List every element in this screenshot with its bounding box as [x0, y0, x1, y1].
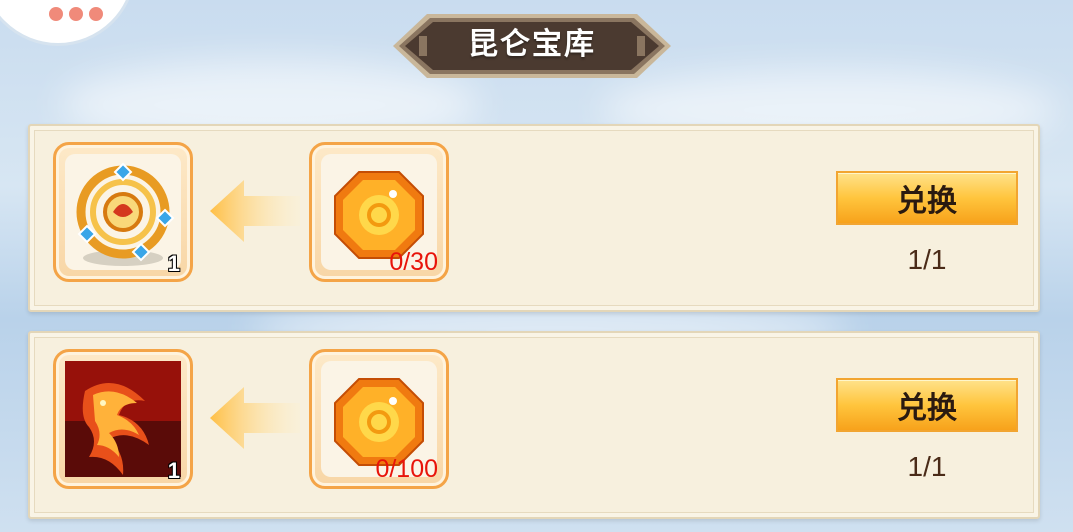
- reward-slot-inner: [65, 361, 181, 477]
- arrow-left-icon: [210, 387, 300, 449]
- exchange-limit: 1/1: [907, 244, 947, 275]
- cost-slot[interactable]: 0/100: [309, 349, 449, 489]
- reward-count: 1: [167, 251, 180, 276]
- cost-progress: 0/30: [389, 248, 438, 276]
- cost-slot[interactable]: 0/30: [309, 142, 449, 282]
- avatar-dot: [89, 7, 103, 21]
- page-title: 昆仑宝库: [468, 27, 596, 62]
- reward-slot-inner: [65, 154, 181, 270]
- reward-slot[interactable]: 1: [53, 349, 193, 489]
- reward-count: 1: [167, 458, 180, 483]
- cost-progress: 0/100: [375, 455, 438, 483]
- exchange-button[interactable]: 兑换: [836, 171, 1018, 225]
- exchange-button[interactable]: 兑换: [836, 378, 1018, 432]
- page-title-banner: 昆仑宝库: [393, 12, 671, 80]
- exchange-row: 1 0/100 兑换 1/1: [28, 331, 1040, 519]
- avatar-dot: [49, 7, 63, 21]
- phoenix-ring-icon: [76, 162, 175, 266]
- arrow-left-icon: [210, 180, 300, 242]
- reward-slot[interactable]: 1: [53, 142, 193, 282]
- exchange-row: 1 0/30 兑换 1/1: [28, 124, 1040, 312]
- avatar[interactable]: [0, 0, 136, 46]
- exchange-limit: 1/1: [907, 451, 947, 482]
- red-dragon-icon: [65, 361, 181, 477]
- avatar-dot: [69, 7, 83, 21]
